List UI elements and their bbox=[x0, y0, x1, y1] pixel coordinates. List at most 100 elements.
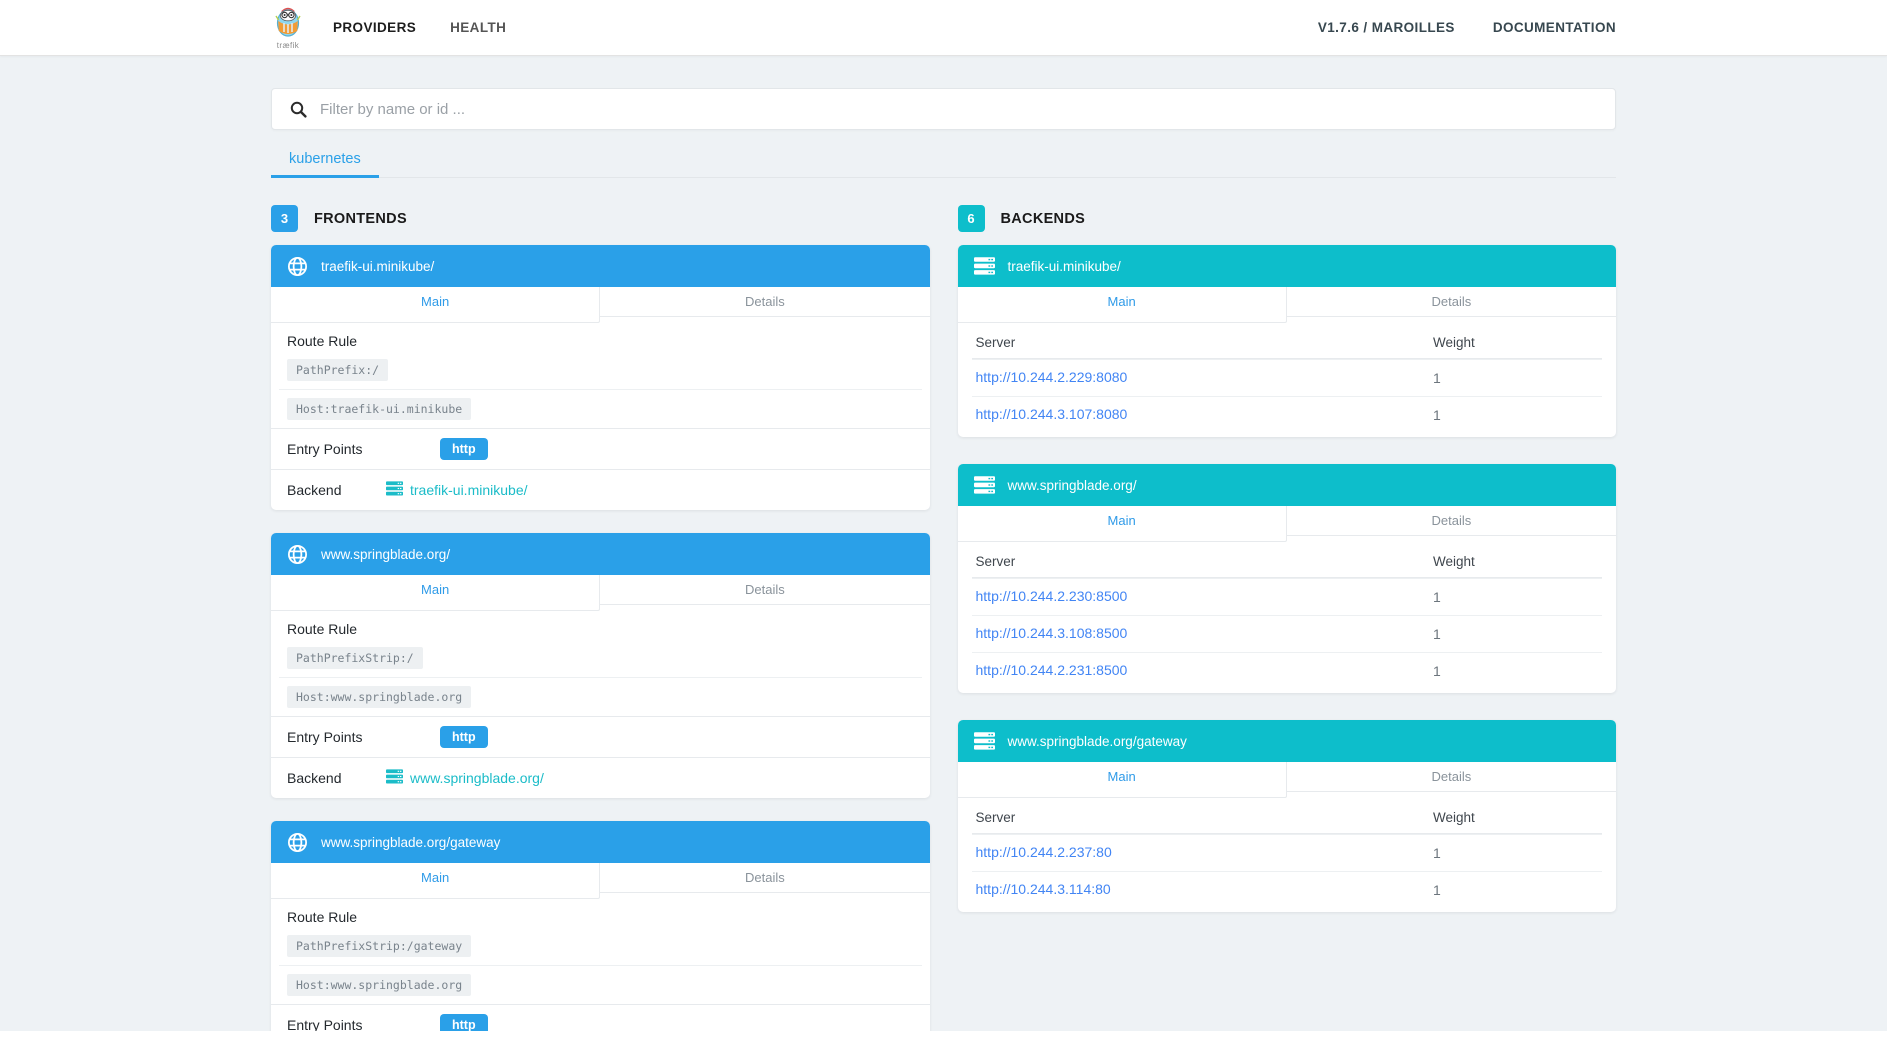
backend-card-title: www.springblade.org/ bbox=[1007, 477, 1137, 493]
filter-input[interactable] bbox=[320, 100, 1615, 118]
backend-link[interactable]: www.springblade.org/ bbox=[386, 769, 544, 787]
tab-main[interactable]: Main bbox=[271, 863, 601, 899]
servers-icon bbox=[973, 732, 995, 750]
server-column-header: Server bbox=[975, 335, 1016, 350]
route-rule-badge: Host:www.springblade.org bbox=[287, 686, 472, 708]
tab-main[interactable]: Main bbox=[957, 287, 1287, 323]
card-tabs: Main Details bbox=[957, 506, 1616, 542]
backend-card-title: traefik-ui.minikube/ bbox=[1007, 258, 1121, 274]
route-rule-label: Route Rule bbox=[287, 621, 358, 637]
search-icon bbox=[290, 101, 307, 118]
card-tabs: Main Details bbox=[957, 762, 1616, 798]
tab-kubernetes[interactable]: kubernetes bbox=[271, 145, 379, 178]
frontend-card-header: traefik-ui.minikube/ bbox=[271, 245, 930, 287]
backends-title: BACKENDS bbox=[1000, 210, 1086, 227]
frontends-title: FRONTENDS bbox=[314, 210, 407, 227]
servers-icon bbox=[973, 476, 995, 494]
servers-table: Server Weight http://10.244.2.229:8080 1… bbox=[958, 323, 1617, 437]
server-link[interactable]: http://10.244.2.229:8080 bbox=[976, 369, 1128, 385]
tab-details[interactable]: Details bbox=[1286, 506, 1616, 536]
globe-icon bbox=[287, 832, 308, 853]
card-tabs: Main Details bbox=[271, 287, 930, 323]
tab-main[interactable]: Main bbox=[271, 287, 601, 323]
backends-column: 6 BACKENDS traefik-ui.minikube/ Main Det… bbox=[957, 205, 1617, 1031]
entry-points-label: Entry Points bbox=[287, 441, 363, 457]
server-column-header: Server bbox=[975, 554, 1016, 569]
servers-icon bbox=[386, 769, 403, 787]
card-tabs: Main Details bbox=[271, 575, 930, 611]
backend-card: www.springblade.org/gateway Main Details… bbox=[957, 720, 1617, 912]
card-tabs: Main Details bbox=[271, 863, 930, 899]
server-row: http://10.244.2.231:8500 1 bbox=[971, 652, 1602, 689]
server-row: http://10.244.2.229:8080 1 bbox=[971, 359, 1602, 396]
nav-documentation[interactable]: DOCUMENTATION bbox=[1493, 20, 1616, 35]
traefik-logo[interactable]: træfik bbox=[271, 6, 305, 50]
page-body: kubernetes 3 FRONTENDS traefik-ui.miniku… bbox=[0, 56, 1887, 1031]
server-weight: 1 bbox=[1433, 845, 1441, 861]
backend-label: Backend bbox=[287, 482, 342, 498]
frontend-card: traefik-ui.minikube/ Main Details Route … bbox=[271, 245, 930, 510]
filter-searchbox bbox=[271, 88, 1616, 130]
servers-table: Server Weight http://10.244.2.237:80 1 h… bbox=[958, 798, 1617, 912]
route-rule-badge: Host:traefik-ui.minikube bbox=[287, 398, 472, 420]
nav-version[interactable]: V1.7.6 / MAROILLES bbox=[1318, 20, 1455, 35]
server-link[interactable]: http://10.244.2.237:80 bbox=[976, 844, 1112, 860]
server-row: http://10.244.3.107:8080 1 bbox=[971, 396, 1602, 433]
tab-details[interactable]: Details bbox=[600, 287, 930, 317]
entry-points-label: Entry Points bbox=[287, 729, 363, 745]
backend-card-header: www.springblade.org/gateway bbox=[957, 720, 1616, 762]
server-link[interactable]: http://10.244.2.231:8500 bbox=[976, 662, 1128, 678]
nav-providers[interactable]: PROVIDERS bbox=[333, 20, 416, 35]
entry-points-label: Entry Points bbox=[287, 1017, 363, 1031]
route-rule-label: Route Rule bbox=[287, 909, 358, 925]
frontends-column: 3 FRONTENDS traefik-ui.minikube/ Main De… bbox=[271, 205, 930, 1031]
server-weight: 1 bbox=[1433, 626, 1441, 642]
route-rule-badge: PathPrefix:/ bbox=[287, 359, 389, 381]
backend-link[interactable]: traefik-ui.minikube/ bbox=[386, 481, 528, 499]
server-row: http://10.244.3.114:80 1 bbox=[971, 871, 1602, 908]
tab-main[interactable]: Main bbox=[957, 506, 1287, 542]
route-rule-badge: PathPrefixStrip:/gateway bbox=[287, 935, 472, 957]
backend-card: traefik-ui.minikube/ Main Details Server… bbox=[957, 245, 1617, 437]
tab-details[interactable]: Details bbox=[1286, 287, 1616, 317]
route-rule-label: Route Rule bbox=[287, 333, 358, 349]
top-navbar: træfik PROVIDERS HEALTH V1.7.6 / MAROILL… bbox=[0, 0, 1887, 56]
tab-details[interactable]: Details bbox=[1286, 762, 1616, 792]
server-row: http://10.244.3.108:8500 1 bbox=[971, 615, 1602, 652]
backend-link-text: traefik-ui.minikube/ bbox=[410, 482, 528, 498]
weight-column-header: Weight bbox=[1433, 335, 1475, 350]
frontends-count-badge: 3 bbox=[271, 205, 298, 232]
frontend-card: www.springblade.org/gateway Main Details… bbox=[271, 821, 930, 1031]
tab-details[interactable]: Details bbox=[600, 575, 930, 605]
server-weight: 1 bbox=[1433, 882, 1441, 898]
nav-health[interactable]: HEALTH bbox=[450, 20, 506, 35]
tab-details[interactable]: Details bbox=[600, 863, 930, 893]
tab-main[interactable]: Main bbox=[957, 762, 1287, 798]
server-link[interactable]: http://10.244.2.230:8500 bbox=[976, 588, 1128, 604]
server-weight: 1 bbox=[1433, 370, 1441, 386]
entrypoint-badge: http bbox=[440, 437, 488, 461]
server-weight: 1 bbox=[1433, 407, 1441, 423]
frontend-card-header: www.springblade.org/gateway bbox=[271, 821, 930, 863]
globe-icon bbox=[287, 544, 308, 565]
backends-count-badge: 6 bbox=[957, 205, 985, 232]
tab-main[interactable]: Main bbox=[271, 575, 601, 611]
route-rule-badge: PathPrefixStrip:/ bbox=[287, 647, 423, 669]
server-link[interactable]: http://10.244.3.114:80 bbox=[976, 881, 1111, 897]
server-link[interactable]: http://10.244.3.107:8080 bbox=[976, 406, 1128, 422]
weight-column-header: Weight bbox=[1433, 554, 1475, 569]
backend-card-header: traefik-ui.minikube/ bbox=[957, 245, 1616, 287]
servers-table: Server Weight http://10.244.2.230:8500 1… bbox=[958, 542, 1617, 693]
backend-link-text: www.springblade.org/ bbox=[410, 770, 544, 786]
route-rule-badge: Host:www.springblade.org bbox=[287, 974, 472, 996]
card-tabs: Main Details bbox=[957, 287, 1616, 323]
provider-tabs: kubernetes bbox=[271, 145, 1616, 178]
backend-label: Backend bbox=[287, 770, 342, 786]
frontend-card-title: www.springblade.org/gateway bbox=[321, 834, 501, 850]
weight-column-header: Weight bbox=[1433, 810, 1475, 825]
traefik-gopher-icon bbox=[271, 6, 305, 43]
server-row: http://10.244.2.237:80 1 bbox=[971, 834, 1602, 871]
entrypoint-badge: http bbox=[440, 1013, 488, 1031]
servers-icon bbox=[973, 257, 995, 275]
server-link[interactable]: http://10.244.3.108:8500 bbox=[976, 625, 1128, 641]
